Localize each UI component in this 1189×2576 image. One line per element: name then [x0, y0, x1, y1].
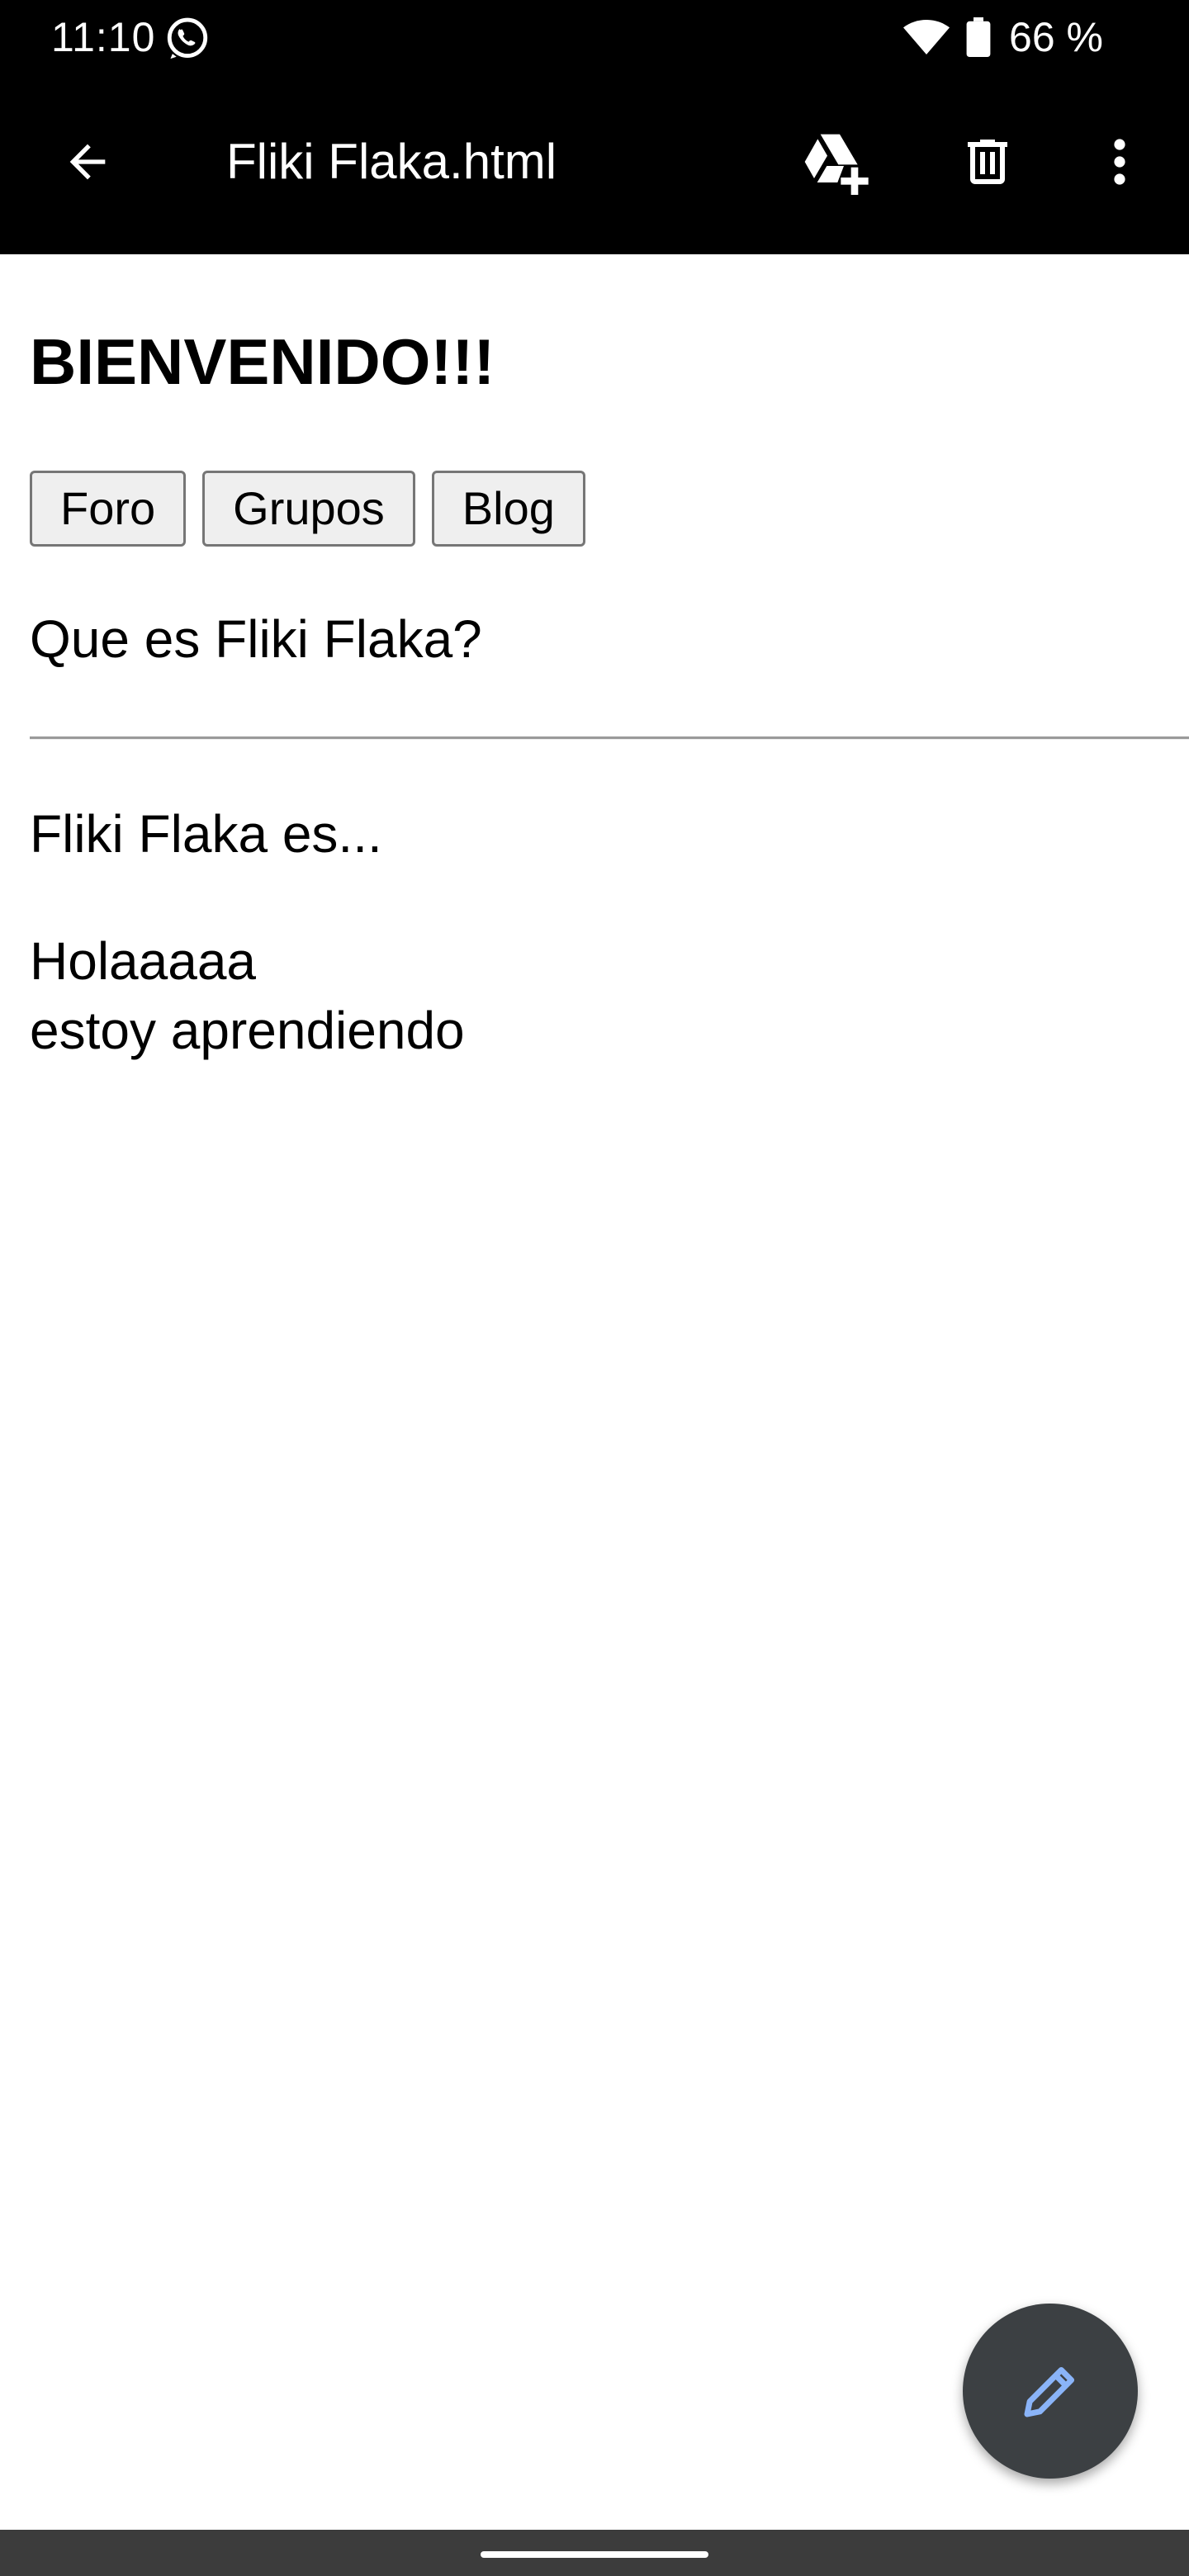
trash-icon: [968, 140, 1007, 184]
save-to-drive-button[interactable]: [791, 121, 880, 203]
paragraph-description: Fliki Flaka es...: [30, 804, 382, 864]
blog-button[interactable]: Blog: [431, 471, 585, 547]
back-button[interactable]: [46, 121, 129, 203]
nav-button-row: Foro Grupos Blog: [30, 471, 602, 547]
document-title: Fliki Flaka.html: [226, 134, 557, 189]
page-heading: BIENVENIDO!!!: [30, 325, 495, 398]
status-time: 11:10: [51, 14, 156, 60]
back-arrow-icon: [69, 144, 106, 180]
status-bar: 11:10 66 %: [0, 0, 1189, 74]
system-nav-bar: [0, 2530, 1189, 2576]
question-text: Que es Fliki Flaka?: [30, 609, 482, 669]
whatsapp-icon: [167, 17, 208, 59]
more-vert-icon: [1114, 139, 1125, 185]
pencil-edit-icon: [1024, 2366, 1075, 2417]
horizontal-rule: [30, 736, 1189, 740]
wifi-icon: [903, 20, 950, 54]
grupos-button[interactable]: Grupos: [202, 471, 415, 547]
battery-icon: [966, 17, 991, 57]
paragraph-line-1: Holaaaaa: [30, 931, 256, 991]
home-gesture-handle[interactable]: [481, 2551, 708, 2558]
drive-add-icon: [804, 134, 869, 195]
app-toolbar: Fliki Flaka.html: [0, 74, 1189, 254]
paragraph-line-2: estoy aprendiendo: [30, 1001, 465, 1060]
status-right-cluster: 66 %: [903, 13, 1103, 61]
battery-percentage: 66 %: [1009, 14, 1103, 60]
more-options-button[interactable]: [1078, 121, 1161, 203]
edit-fab-button[interactable]: [963, 2304, 1138, 2479]
foro-button[interactable]: Foro: [30, 471, 187, 547]
delete-button[interactable]: [946, 121, 1029, 203]
